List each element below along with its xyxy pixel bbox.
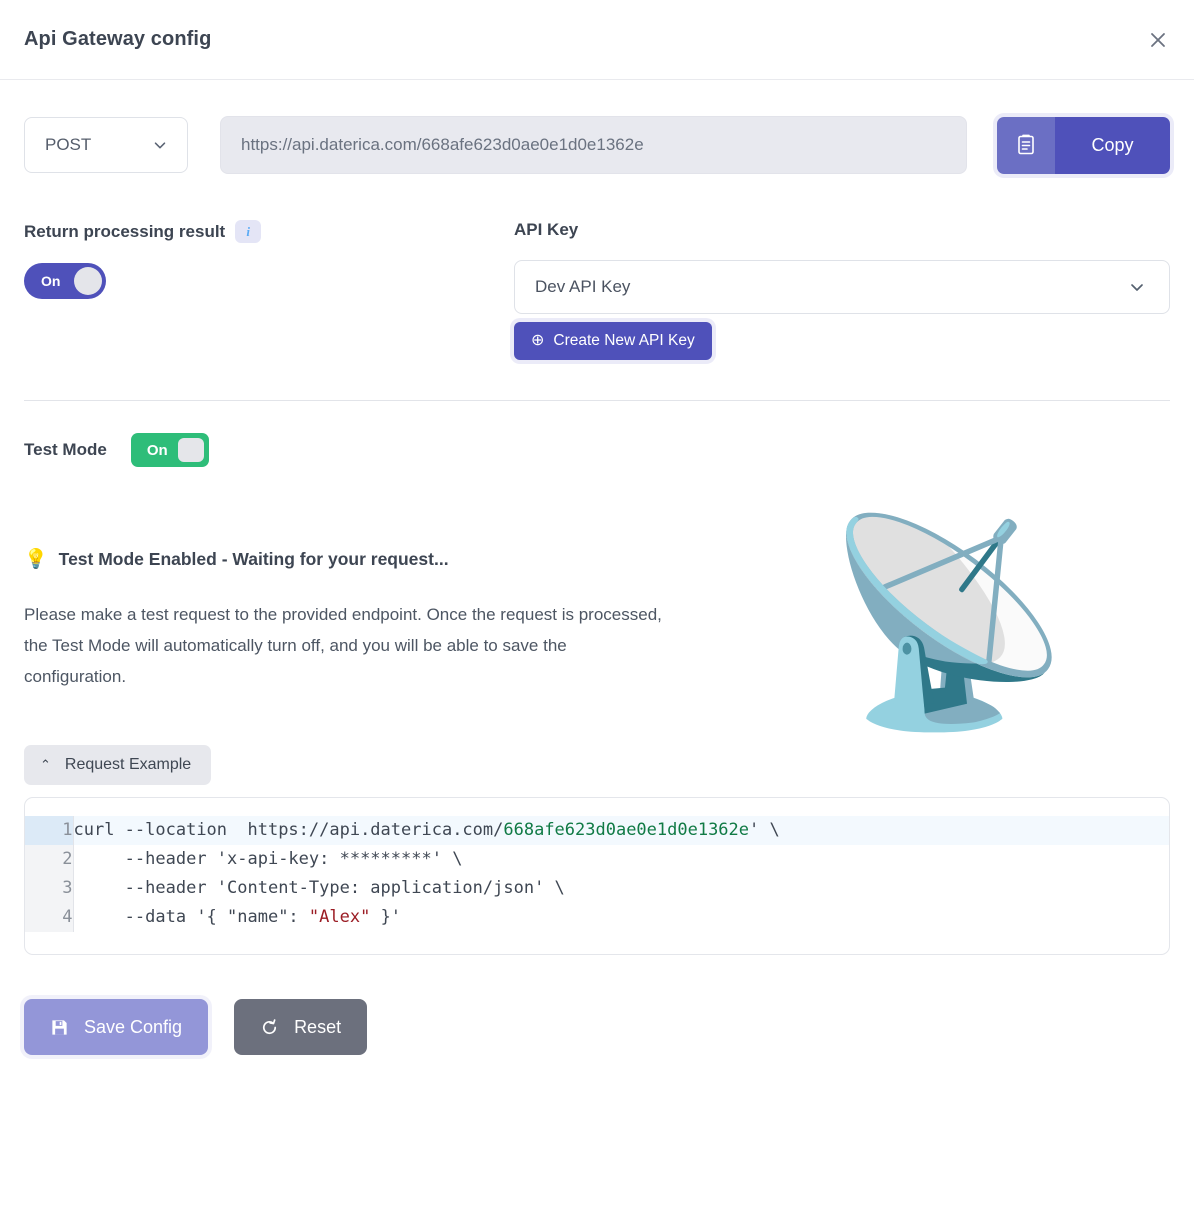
test-mode-panel-body: Please make a test request to the provid… bbox=[24, 605, 662, 686]
endpoint-row: POST https://api.daterica.com/668afe623d… bbox=[24, 116, 1170, 174]
modal-header: Api Gateway config bbox=[0, 0, 1194, 80]
api-key-selected-value: Dev API Key bbox=[535, 277, 631, 296]
code-line-content[interactable]: --header 'Content-Type: application/json… bbox=[73, 874, 1169, 903]
test-mode-toggle[interactable]: On bbox=[130, 433, 209, 467]
reset-label: Reset bbox=[294, 1016, 342, 1037]
code-line-number: 4 bbox=[25, 903, 74, 932]
api-key-label: API Key bbox=[514, 220, 579, 239]
test-mode-label: Test Mode bbox=[24, 440, 107, 459]
code-body: 1 curl --location https://api.daterica.c… bbox=[25, 816, 1169, 932]
code-line: 2 --header 'x-api-key: *********' \ bbox=[25, 845, 1169, 874]
toggle-knob bbox=[177, 438, 204, 462]
code-line: 1 curl --location https://api.daterica.c… bbox=[25, 816, 1169, 845]
satellite-dish-illustration: 📡 bbox=[822, 511, 1072, 734]
test-mode-panel-heading: Test Mode Enabled - Waiting for your req… bbox=[58, 548, 449, 569]
toggle-knob bbox=[74, 267, 102, 295]
http-method-select[interactable]: POST bbox=[24, 117, 188, 173]
chevron-down-icon bbox=[1127, 277, 1147, 297]
code-line-number: 2 bbox=[25, 845, 74, 874]
request-example-toggle[interactable]: ⌃ Request Example bbox=[24, 745, 212, 785]
modal-body: POST https://api.daterica.com/668afe623d… bbox=[0, 116, 1194, 1085]
page-title: Api Gateway config bbox=[24, 28, 212, 50]
return-processing-label: Return processing result bbox=[24, 221, 226, 241]
endpoint-url-value: https://api.daterica.com/668afe623d0ae0e… bbox=[241, 135, 644, 154]
chevron-up-icon: ⌃ bbox=[40, 757, 51, 772]
info-icon[interactable]: i bbox=[235, 220, 262, 243]
code-line-number: 1 bbox=[25, 816, 74, 845]
code-line-content[interactable]: curl --location https://api.daterica.com… bbox=[73, 816, 1169, 845]
return-processing-label-row: Return processing result i bbox=[24, 220, 514, 243]
code-table: 1 curl --location https://api.daterica.c… bbox=[25, 816, 1169, 932]
endpoint-url-field[interactable]: https://api.daterica.com/668afe623d0ae0e… bbox=[220, 116, 967, 174]
create-new-api-key-button[interactable]: ⊕ Create New API Key bbox=[514, 322, 712, 360]
reset-arrow-icon bbox=[260, 1018, 279, 1037]
options-row: Return processing result i On API Key De… bbox=[24, 220, 1170, 360]
request-example-code-card: 1 curl --location https://api.daterica.c… bbox=[24, 797, 1170, 955]
code-text: ' \ bbox=[749, 820, 780, 840]
code-line-number: 3 bbox=[25, 874, 74, 903]
return-processing-toggle-state: On bbox=[41, 273, 61, 289]
section-divider bbox=[24, 400, 1170, 401]
request-example-label: Request Example bbox=[64, 756, 192, 773]
code-text: }' bbox=[370, 907, 402, 927]
test-mode-panel-heading-row: 💡 Test Mode Enabled - Waiting for your r… bbox=[24, 547, 724, 571]
lightbulb-icon: 💡 bbox=[24, 549, 48, 570]
create-new-api-key-label: Create New API Key bbox=[553, 332, 695, 349]
test-mode-row: Test Mode On bbox=[24, 433, 1170, 467]
code-text: --header 'Content-Type: application/json… bbox=[73, 878, 565, 898]
save-config-label: Save Config bbox=[84, 1016, 183, 1037]
save-disk-icon bbox=[50, 1018, 69, 1037]
copy-button-label: Copy bbox=[1055, 116, 1170, 174]
code-string-token: "Alex" bbox=[308, 907, 371, 927]
code-text: curl --location https://api.daterica.com… bbox=[73, 820, 504, 840]
copy-button[interactable]: Copy bbox=[997, 116, 1170, 174]
test-mode-toggle-state: On bbox=[146, 441, 168, 459]
chevron-down-icon bbox=[151, 136, 169, 154]
api-key-group: API Key Dev API Key ⊕ Create New API Key bbox=[514, 220, 1170, 360]
clipboard-icon bbox=[997, 116, 1055, 174]
api-key-select[interactable]: Dev API Key bbox=[514, 260, 1170, 314]
test-mode-panel-text: 💡 Test Mode Enabled - Waiting for your r… bbox=[24, 533, 724, 692]
close-button[interactable] bbox=[1140, 22, 1176, 58]
footer-actions: Save Config Reset bbox=[24, 999, 1170, 1085]
circle-plus-icon: ⊕ bbox=[531, 332, 545, 349]
return-processing-toggle[interactable]: On bbox=[24, 263, 106, 299]
close-icon bbox=[1148, 30, 1168, 50]
code-line: 3 --header 'Content-Type: application/js… bbox=[25, 874, 1169, 903]
reset-button[interactable]: Reset bbox=[234, 999, 368, 1055]
code-line: 4 --data '{ "name": "Alex" }' bbox=[25, 903, 1169, 932]
return-processing-group: Return processing result i On bbox=[24, 220, 514, 360]
code-line-content[interactable]: --header 'x-api-key: *********' \ bbox=[73, 845, 1169, 874]
code-text: --data '{ "name": bbox=[73, 907, 309, 927]
test-mode-panel: 💡 Test Mode Enabled - Waiting for your r… bbox=[24, 523, 1170, 723]
http-method-value: POST bbox=[45, 135, 92, 154]
code-hash-token: 668afe623d0ae0e1d0e1362e bbox=[503, 820, 750, 840]
save-config-button[interactable]: Save Config bbox=[24, 999, 209, 1055]
code-text: --header 'x-api-key: *********' \ bbox=[73, 849, 463, 869]
code-line-content[interactable]: --data '{ "name": "Alex" }' bbox=[73, 903, 1169, 932]
